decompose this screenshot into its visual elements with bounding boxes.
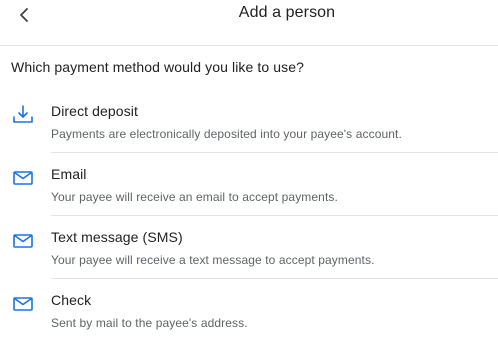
option-title: Email <box>51 166 87 182</box>
option-title: Check <box>51 292 92 308</box>
option-description: Your payee will receive an email to acce… <box>51 190 338 204</box>
option-title: Text message (SMS) <box>51 229 183 245</box>
option-description: Payments are electronically deposited in… <box>51 127 402 141</box>
mail-icon <box>12 167 34 189</box>
option-title: Direct deposit <box>51 103 138 119</box>
app-header: Add a person <box>0 0 498 46</box>
download-icon <box>12 104 34 126</box>
payment-method-list: Direct deposit Payments are electronical… <box>0 90 498 342</box>
page-title: Add a person <box>238 4 336 21</box>
option-description: Your payee will receive a text message t… <box>51 253 375 267</box>
option-direct-deposit[interactable]: Direct deposit Payments are electronical… <box>0 90 498 153</box>
option-text-message[interactable]: Text message (SMS) Your payee will recei… <box>0 216 498 279</box>
option-description: Sent by mail to the payee's address. <box>51 316 248 330</box>
option-check[interactable]: Check Sent by mail to the payee's addres… <box>0 279 498 342</box>
mail-icon <box>12 230 34 252</box>
mail-icon <box>12 293 34 315</box>
payment-method-question: Which payment method would you like to u… <box>11 59 305 75</box>
option-email[interactable]: Email Your payee will receive an email t… <box>0 153 498 216</box>
